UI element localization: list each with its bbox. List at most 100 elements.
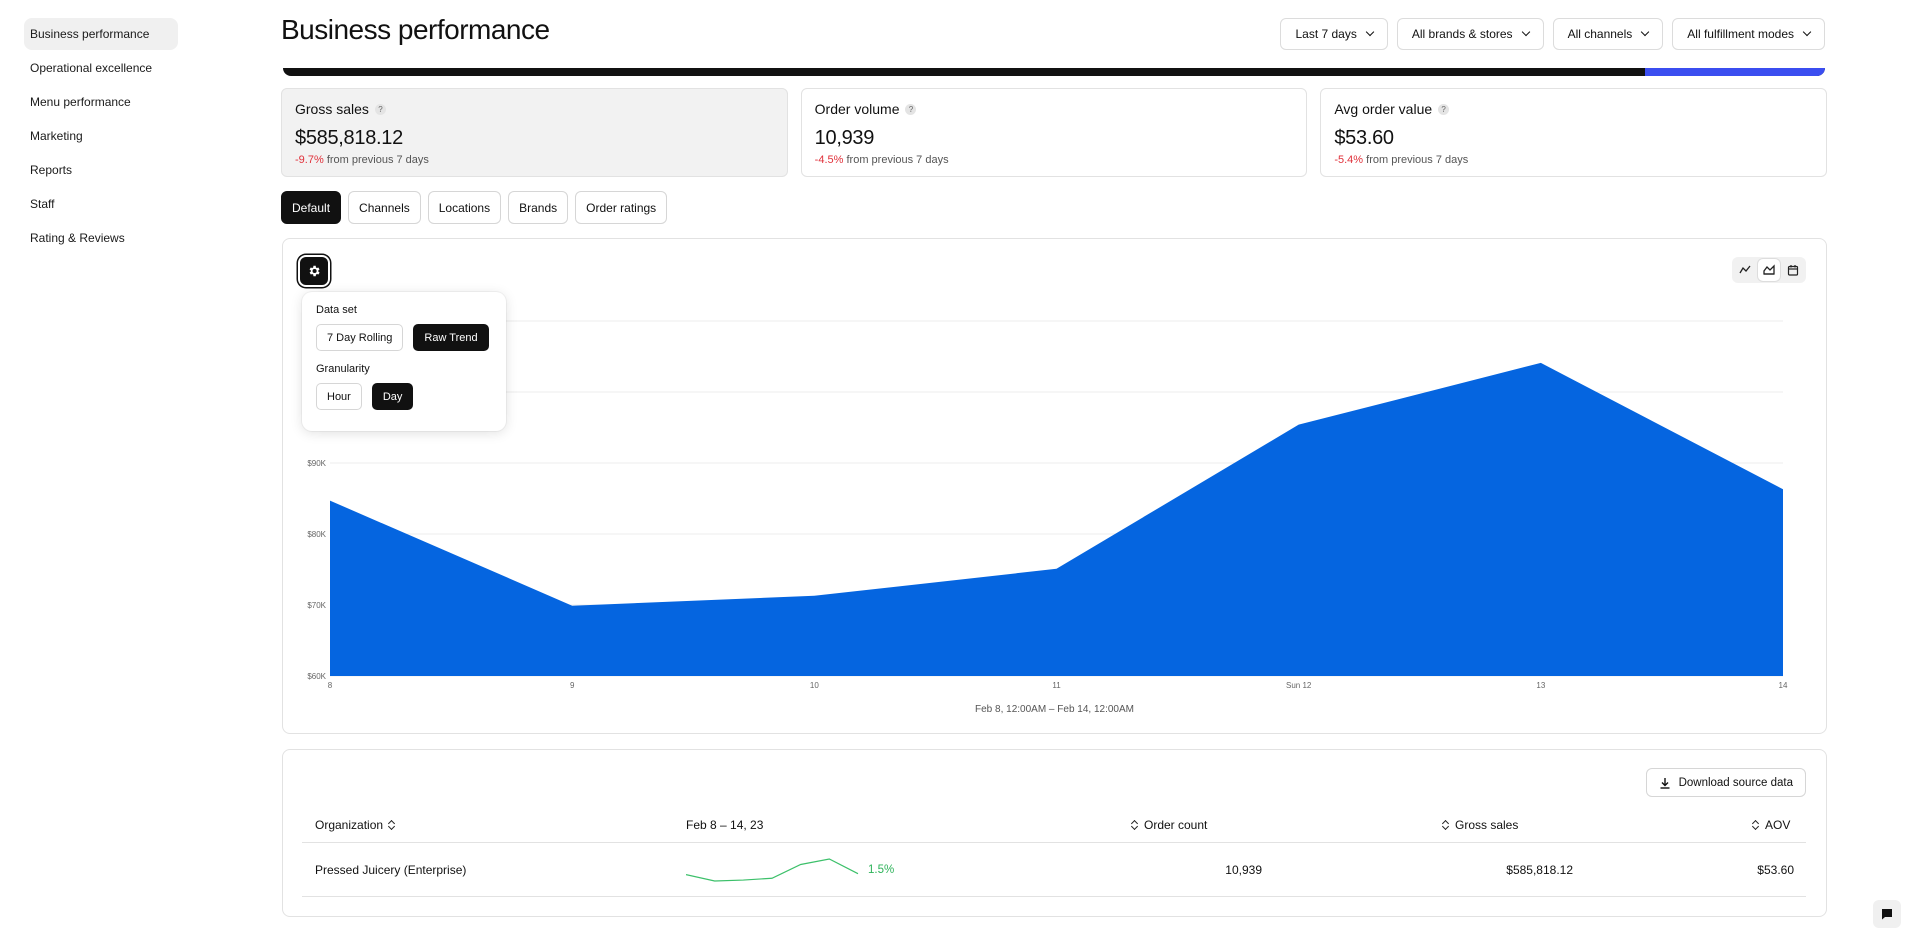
- tab-brands[interactable]: Brands: [508, 191, 569, 224]
- area-chart: $60K $70K $80K $90K 8 9 10 11 Sun 12 13 14: [307, 320, 1788, 690]
- y-tick-label: $60K: [307, 672, 326, 681]
- header-aov[interactable]: AOV: [1753, 807, 1790, 842]
- kpi-card-order-volume[interactable]: Order volume? 10,939 -4.5% from previous…: [800, 88, 1308, 177]
- chevron-down-icon: [1641, 27, 1650, 37]
- line-chart-view-button[interactable]: [1734, 259, 1756, 281]
- trend-sparkline: [686, 857, 859, 882]
- sort-icon[interactable]: [1132, 820, 1138, 830]
- header-trend-label: Feb 8 – 14, 23: [686, 817, 764, 832]
- sidebar-item-staff[interactable]: Staff: [24, 188, 178, 220]
- banner-strip: [283, 68, 1825, 76]
- header-organization[interactable]: Organization: [315, 807, 395, 842]
- chart-panel: $60K $70K $80K $90K 8 9 10 11 Sun 12 13 14 Feb 8, …: [282, 238, 1827, 734]
- kpi-delta-value: -9.7%: [295, 154, 324, 166]
- kpi-card-gross-sales[interactable]: Gross sales? $585,818.12 -9.7% from prev…: [281, 88, 788, 177]
- table-header: Organization Feb 8 – 14, 23 Order count …: [302, 807, 1806, 843]
- table-row[interactable]: Pressed Juicery (Enterprise) 1.5% 10,939…: [302, 843, 1806, 897]
- kpi-delta-text: from previous 7 days: [846, 154, 949, 166]
- date-range-filter[interactable]: Last 7 days: [1280, 18, 1388, 50]
- header-gross-sales-label: Gross sales: [1455, 817, 1519, 832]
- header-aov-label: AOV: [1765, 817, 1791, 832]
- fulfillment-modes-filter[interactable]: All fulfillment modes: [1672, 18, 1825, 50]
- header-gross-sales[interactable]: Gross sales: [1443, 807, 1518, 842]
- chevron-down-icon: [1365, 27, 1375, 37]
- x-tick-label: 14: [1779, 681, 1788, 690]
- kpi-label: Avg order value?: [1334, 101, 1813, 117]
- download-label: Download source data: [1678, 776, 1793, 789]
- dataset-raw-trend-button[interactable]: Raw Trend: [413, 324, 489, 351]
- dataset-label: Data set: [316, 304, 357, 316]
- kpi-label-text: Gross sales: [295, 101, 369, 117]
- granularity-label: Granularity: [316, 363, 370, 375]
- kpi-delta: -4.5% from previous 7 days: [815, 154, 1294, 166]
- x-tick-label: 10: [810, 681, 819, 690]
- tab-order-ratings[interactable]: Order ratings: [575, 191, 668, 224]
- sort-icon[interactable]: [389, 820, 395, 830]
- kpi-card-avg-order-value[interactable]: Avg order value? $53.60 -5.4% from previ…: [1320, 88, 1828, 177]
- calendar-view-button[interactable]: [1782, 259, 1804, 281]
- line-chart-icon: [1739, 265, 1751, 274]
- help-icon[interactable]: ?: [374, 103, 386, 115]
- kpi-delta-value: -4.5%: [814, 154, 844, 166]
- chat-icon: [1882, 909, 1892, 920]
- kpi-value: $585,818.12: [295, 127, 403, 149]
- sidebar-item-menu-performance[interactable]: Menu performance: [24, 86, 178, 118]
- x-tick-label: 13: [1536, 681, 1545, 690]
- chart-tabs: Default Channels Locations Brands Order …: [281, 191, 668, 224]
- tab-channels[interactable]: Channels: [348, 191, 421, 224]
- x-tick-label: 8: [328, 681, 333, 690]
- kpi-delta: -5.4% from previous 7 days: [1334, 154, 1813, 166]
- brands-stores-filter[interactable]: All brands & stores: [1396, 18, 1544, 50]
- chart-settings-button[interactable]: [300, 257, 328, 285]
- sidebar-item-rating-reviews[interactable]: Rating & Reviews: [24, 222, 178, 254]
- trend-percent: 1.5%: [868, 863, 895, 876]
- kpi-delta: -9.7% from previous 7 days: [295, 154, 774, 166]
- brands-stores-label: All brands & stores: [1411, 27, 1513, 41]
- sort-icon[interactable]: [1443, 820, 1449, 830]
- chat-button[interactable]: [1873, 900, 1901, 928]
- y-tick-label: $90K: [307, 459, 326, 468]
- granularity-day-button[interactable]: Day: [371, 383, 414, 410]
- kpi-delta-value: -5.4%: [1334, 154, 1364, 166]
- x-tick-label: Sun 12: [1286, 681, 1312, 690]
- sparkline-series: [686, 857, 859, 882]
- calendar-icon: [1787, 265, 1799, 276]
- sort-icon[interactable]: [1753, 820, 1759, 830]
- chart-settings-popover: Data set 7 Day Rolling Raw Trend Granula…: [302, 292, 506, 431]
- channels-filter[interactable]: All channels: [1552, 18, 1664, 50]
- dataset-7-day-rolling-button[interactable]: 7 Day Rolling: [316, 324, 404, 351]
- sidebar-item-reports[interactable]: Reports: [24, 154, 178, 186]
- header-order-count[interactable]: Order count: [1132, 807, 1207, 842]
- download-icon: [1660, 777, 1670, 789]
- y-tick-label: $80K: [307, 530, 326, 539]
- data-table-panel: Download source data Organization Feb 8 …: [282, 749, 1827, 917]
- cell-aov: $53.60: [1757, 862, 1794, 877]
- gear-icon: [309, 265, 320, 277]
- kpi-delta-text: from previous 7 days: [1366, 154, 1469, 166]
- header-order-count-label: Order count: [1144, 817, 1208, 832]
- sidebar-item-operational-excellence[interactable]: Operational excellence: [24, 52, 178, 84]
- kpi-value: $53.60: [1334, 127, 1394, 149]
- chevron-down-icon: [1521, 27, 1530, 37]
- banner-accent: [1645, 68, 1825, 76]
- tab-default[interactable]: Default: [281, 191, 342, 224]
- area-chart-view-button[interactable]: [1758, 259, 1780, 281]
- area-chart-icon: [1763, 264, 1775, 275]
- granularity-hour-button[interactable]: Hour: [316, 383, 362, 410]
- tab-locations[interactable]: Locations: [427, 191, 502, 224]
- help-icon[interactable]: ?: [1438, 103, 1450, 115]
- sidebar: Business performance Operational excelle…: [24, 18, 178, 256]
- sidebar-item-marketing[interactable]: Marketing: [24, 120, 178, 152]
- cell-trend: 1.5%: [686, 843, 894, 896]
- kpi-label-text: Avg order value: [1334, 101, 1433, 117]
- chart-view-toggle: [1732, 257, 1806, 283]
- channels-label: All channels: [1567, 27, 1633, 41]
- download-source-data-button[interactable]: Download source data: [1645, 768, 1806, 797]
- date-range-label: Last 7 days: [1295, 27, 1357, 41]
- y-tick-label: $70K: [307, 601, 326, 610]
- cell-organization: Pressed Juicery (Enterprise): [315, 862, 467, 877]
- header-organization-label: Organization: [315, 817, 384, 832]
- x-tick-label: 9: [570, 681, 575, 690]
- sidebar-item-business-performance[interactable]: Business performance: [24, 18, 178, 50]
- help-icon[interactable]: ?: [905, 103, 917, 115]
